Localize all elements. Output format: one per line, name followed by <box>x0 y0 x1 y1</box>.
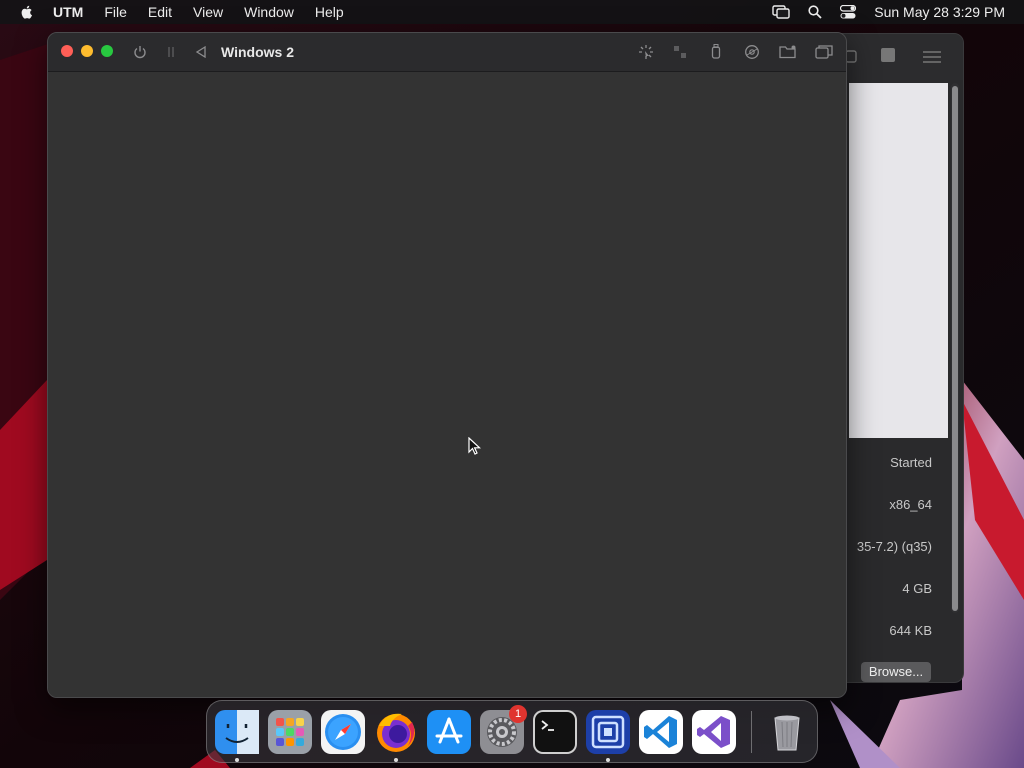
main-window-toolbar <box>831 34 963 80</box>
safari-icon[interactable] <box>321 710 365 754</box>
resize-icon[interactable] <box>671 43 689 61</box>
terminal-icon[interactable] <box>533 710 577 754</box>
app-store-icon[interactable] <box>427 710 471 754</box>
settings-notification-badge: 1 <box>509 705 527 723</box>
finder-icon[interactable] <box>215 710 259 754</box>
share-icon[interactable] <box>845 46 859 64</box>
browse-button[interactable]: Browse... <box>861 662 931 682</box>
utm-main-window: Started x86_64 35-7.2) (q35) 4 GB 644 KB… <box>830 33 964 683</box>
control-center-icon[interactable] <box>840 5 857 19</box>
menubar-clock[interactable]: Sun May 28 3:29 PM <box>874 4 1005 20</box>
finder-running-indicator <box>235 758 239 762</box>
launchpad-icon[interactable] <box>268 710 312 754</box>
close-button[interactable] <box>61 45 73 57</box>
mouse-cursor-icon <box>468 437 482 455</box>
shared-folder-icon[interactable] <box>779 43 797 61</box>
vm-preview[interactable] <box>849 83 948 438</box>
usb-icon[interactable] <box>707 43 725 61</box>
vm-window: Windows 2 <box>47 32 847 698</box>
menu-window[interactable]: Window <box>244 4 294 20</box>
zoom-button[interactable] <box>101 45 113 57</box>
settings-sliders-icon[interactable] <box>923 49 941 63</box>
search-icon[interactable] <box>808 5 822 19</box>
menu-view[interactable]: View <box>193 4 223 20</box>
menu-bar: UTM File Edit View Window Help Sun May 2… <box>0 0 1024 24</box>
stop-icon[interactable] <box>881 48 895 62</box>
firefox-running-indicator <box>394 758 398 762</box>
menu-utm[interactable]: UTM <box>53 4 83 20</box>
dock: 1 <box>206 700 818 763</box>
windows-icon[interactable] <box>815 43 833 61</box>
size-value: 644 KB <box>889 623 932 638</box>
vscode-icon[interactable] <box>639 710 683 754</box>
vm-display[interactable] <box>48 72 846 697</box>
firefox-icon[interactable] <box>374 710 418 754</box>
screen-mirroring-icon[interactable] <box>772 5 790 19</box>
vm-title: Windows 2 <box>221 44 294 60</box>
memory-value: 4 GB <box>902 581 932 596</box>
dock-separator <box>751 711 752 753</box>
power-icon[interactable] <box>131 43 149 61</box>
visual-studio-icon[interactable] <box>692 710 736 754</box>
minimize-button[interactable] <box>81 45 93 57</box>
menu-edit[interactable]: Edit <box>148 4 172 20</box>
trash-icon[interactable] <box>765 710 809 754</box>
input-capture-icon[interactable] <box>637 43 655 61</box>
apple-icon[interactable] <box>19 4 35 20</box>
utm-app-icon[interactable] <box>586 710 630 754</box>
menu-file[interactable]: File <box>104 4 127 20</box>
architecture-value: x86_64 <box>889 497 932 512</box>
pause-icon[interactable] <box>162 43 180 61</box>
restart-icon[interactable] <box>192 43 210 61</box>
menu-help[interactable]: Help <box>315 4 344 20</box>
vm-titlebar: Windows 2 <box>48 33 846 72</box>
utm-running-indicator <box>606 758 610 762</box>
drive-icon[interactable] <box>743 43 761 61</box>
status-value: Started <box>890 455 932 470</box>
machine-value: 35-7.2) (q35) <box>856 539 932 554</box>
scrollbar-thumb[interactable] <box>952 86 958 611</box>
